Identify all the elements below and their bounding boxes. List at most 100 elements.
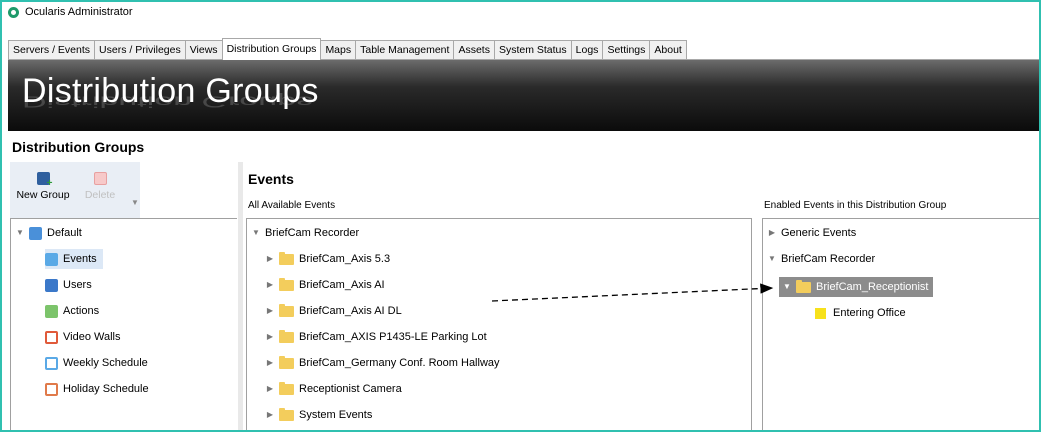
tree-item-users[interactable]: Users [45,275,92,295]
folder-icon [796,279,811,293]
panel-splitter[interactable] [238,162,243,430]
available-events-label: All Available Events [248,200,336,211]
tree-item-video-walls[interactable]: Video Walls [45,327,120,347]
tab-table-management[interactable]: Table Management [355,40,455,59]
actions-icon [45,304,58,318]
folder-icon [279,277,294,291]
collapse-icon[interactable]: ▼ [767,249,777,269]
event-folder-label: BriefCam_Axis 5.3 [299,253,391,265]
tab-system-status[interactable]: System Status [493,40,572,59]
event-folder[interactable]: ▶ BriefCam_Germany Conf. Room Hallway [265,353,500,373]
tab-servers-events[interactable]: Servers / Events [8,40,96,59]
folder-icon [279,355,294,369]
expand-icon[interactable]: ▶ [265,353,275,373]
app-icon [8,6,19,18]
collapse-icon[interactable]: ▼ [15,223,25,243]
tab-logs[interactable]: Logs [570,40,604,59]
tree-label-default: Default [47,227,82,239]
tree-item-default[interactable]: ▼ Default [15,223,82,243]
event-folder[interactable]: ▶ BriefCam_AXIS P1435-LE Parking Lot [265,327,487,347]
users-icon [45,278,58,292]
tree-label-actions: Actions [63,305,100,317]
expand-icon[interactable]: ▶ [265,249,275,269]
event-folder[interactable]: ▶ BriefCam_Axis AI [265,275,385,295]
banner-title-reflection: Distribution Groups [22,92,314,110]
tree-item-briefcam-recorder-enabled[interactable]: ▼ BriefCam Recorder [767,249,875,269]
folder-icon [279,381,294,395]
tree-item-briefcam-receptionist[interactable]: ▼ BriefCam_Receptionist [779,277,933,297]
tree-item-entering-office[interactable]: Entering Office [815,303,906,323]
enabled-leaf-label: Entering Office [833,307,906,319]
tab-views[interactable]: Views [184,40,223,59]
main-tab-bar: Servers / Events Users / Privileges View… [8,38,687,60]
event-folder-label: System Events [299,409,373,421]
event-folder-label: BriefCam_Germany Conf. Room Hallway [299,357,500,369]
title-bar: Ocularis Administrator [2,2,1039,22]
tree-item-weekly-schedule[interactable]: Weekly Schedule [45,353,148,373]
group-tree-panel: ▼ Default Events Users Actions Video Wal… [10,218,237,430]
expand-icon[interactable]: ▶ [265,301,275,321]
tab-distribution-groups[interactable]: Distribution Groups [221,38,322,60]
event-folder[interactable]: ▶ BriefCam_Axis 5.3 [265,249,390,269]
tab-maps[interactable]: Maps [320,40,357,59]
tree-item-briefcam-recorder[interactable]: ▼ BriefCam Recorder [251,223,359,243]
tab-users-privileges[interactable]: Users / Privileges [94,40,186,59]
holiday-calendar-icon [45,382,58,396]
event-folder[interactable]: ▶ Receptionist Camera [265,379,402,399]
app-window: Ocularis Administrator Servers / Events … [0,0,1041,432]
collapse-icon[interactable]: ▼ [251,223,261,243]
expand-icon[interactable]: ▶ [265,379,275,399]
enabled-events-label: Enabled Events in this Distribution Grou… [764,200,947,211]
events-title: Events [248,171,294,187]
folder-icon [279,251,294,265]
tree-item-holiday-schedule[interactable]: Holiday Schedule [45,379,149,399]
event-folder-label: Receptionist Camera [299,383,402,395]
available-root-label: BriefCam Recorder [265,227,360,239]
event-folder-label: BriefCam_Axis AI [299,279,385,291]
delete-label: Delete [84,189,116,201]
delete-button[interactable]: Delete [78,162,122,201]
event-folder-label: BriefCam_AXIS P1435-LE Parking Lot [299,331,487,343]
tree-item-events[interactable]: Events [45,249,103,269]
calendar-icon [45,356,58,370]
tab-about[interactable]: About [649,40,687,59]
tree-label-events: Events [63,253,97,265]
enabled-events-tree: ▶ Generic Events ▼ BriefCam Recorder ▼ B… [762,218,1039,430]
folder-icon [279,329,294,343]
toolbar-overflow-icon[interactable]: ▼ [131,198,139,207]
expand-icon[interactable]: ▶ [265,275,275,295]
event-icon [815,307,826,319]
tree-label-holiday-schedule: Holiday Schedule [63,383,149,395]
expand-icon[interactable]: ▶ [265,405,275,425]
page-banner: Distribution Groups Distribution Groups [8,59,1039,131]
folder-icon [279,407,294,421]
video-wall-icon [45,330,58,344]
window-title: Ocularis Administrator [25,6,133,18]
tab-settings[interactable]: Settings [602,40,651,59]
enabled-item-label: Generic Events [781,227,857,239]
section-title: Distribution Groups [12,139,145,155]
trash-icon [93,172,107,185]
group-icon [29,226,42,240]
enabled-folder-label: BriefCam_Receptionist [816,281,929,293]
new-group-button[interactable]: New Group [14,162,72,201]
available-events-tree: ▼ BriefCam Recorder ▶ BriefCam_Axis 5.3 … [246,218,752,430]
tree-label-weekly-schedule: Weekly Schedule [63,357,148,369]
tab-assets[interactable]: Assets [453,40,495,59]
events-icon [45,252,58,266]
expand-icon[interactable]: ▶ [265,327,275,347]
new-group-icon [36,172,52,189]
event-folder[interactable]: ▶ System Events [265,405,372,425]
tree-item-actions[interactable]: Actions [45,301,99,321]
enabled-item-label: BriefCam Recorder [781,253,876,265]
tree-label-video-walls: Video Walls [63,331,121,343]
event-folder-label: BriefCam_Axis AI DL [299,305,402,317]
new-group-label: New Group [16,189,70,201]
group-toolbar: New Group Delete ▼ [10,162,140,218]
tree-item-generic-events[interactable]: ▶ Generic Events [767,223,856,243]
folder-icon [279,303,294,317]
event-folder[interactable]: ▶ BriefCam_Axis AI DL [265,301,402,321]
collapse-icon[interactable]: ▼ [782,277,792,297]
expand-icon[interactable]: ▶ [767,223,777,243]
tree-label-users: Users [63,279,92,291]
